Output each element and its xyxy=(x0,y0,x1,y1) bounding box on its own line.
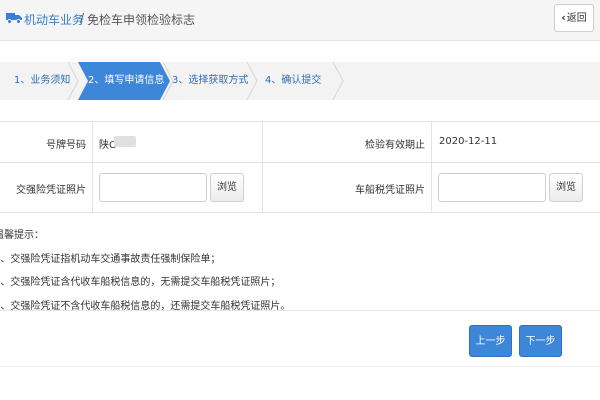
plate-label: 号牌号码 xyxy=(46,140,86,151)
tip-line-2: 2、交强险凭证含代收车船税信息的，无需提交车船税凭证照片； xyxy=(0,277,281,288)
tips-title: 温馨提示： xyxy=(0,230,44,241)
next-step-button[interactable]: 下一步 xyxy=(519,325,562,357)
valid-until-label: 检验有效期止 xyxy=(365,140,425,151)
application-form: 号牌号码 陕C 检验有效期止 2020-12-11 交强险凭证照片 浏览 车船税… xyxy=(0,121,600,213)
back-button[interactable]: ‹返回 xyxy=(554,4,594,32)
breadcrumb-separator: / xyxy=(80,11,85,25)
step-1: 1、业务须知 xyxy=(14,75,71,86)
valid-until-value: 2020-12-11 xyxy=(439,136,498,147)
step-4: 4、确认提交 xyxy=(265,75,322,86)
masked-plate xyxy=(114,136,136,147)
insurance-photo-input[interactable] xyxy=(99,173,207,202)
vehicle-tax-photo-label: 车船税凭证照片 xyxy=(355,185,425,196)
insurance-browse-button[interactable]: 浏览 xyxy=(210,173,244,202)
form-row-photos: 交强险凭证照片 浏览 车船税凭证照片 浏览 xyxy=(0,163,600,213)
breadcrumb-current: 免检车申领检验标志 xyxy=(87,13,196,27)
vehicle-tax-browse-button[interactable]: 浏览 xyxy=(549,173,583,202)
tip-line-3: 3、交强险凭证不含代收车船税信息的，还需提交车船税凭证照片。 xyxy=(0,300,291,312)
tips-section: 温馨提示： 1、交强险凭证指机动车交通事故责任强制保险单； 2、交强险凭证含代收… xyxy=(0,224,290,318)
divider xyxy=(0,310,600,311)
tip-line-1: 1、交强险凭证指机动车交通事故责任强制保险单； xyxy=(0,253,221,265)
footer-divider xyxy=(0,366,600,367)
insurance-photo-label: 交强险凭证照片 xyxy=(16,185,86,196)
truck-icon xyxy=(6,13,22,24)
chevron-left-icon: ‹ xyxy=(561,11,566,24)
page-header: 机动车业务 / 免检车申领检验标志 ‹返回 xyxy=(0,0,600,41)
vehicle-tax-photo-input[interactable] xyxy=(438,173,546,202)
form-row-plate: 号牌号码 陕C 检验有效期止 2020-12-11 xyxy=(0,122,600,163)
step-3: 3、选择获取方式 xyxy=(172,75,249,86)
prev-step-button[interactable]: 上一步 xyxy=(469,325,512,357)
step-2-active: 2、填写申请信息 xyxy=(88,75,165,86)
breadcrumb-root-link[interactable]: 机动车业务 xyxy=(24,11,84,28)
back-button-label: 返回 xyxy=(566,13,587,24)
